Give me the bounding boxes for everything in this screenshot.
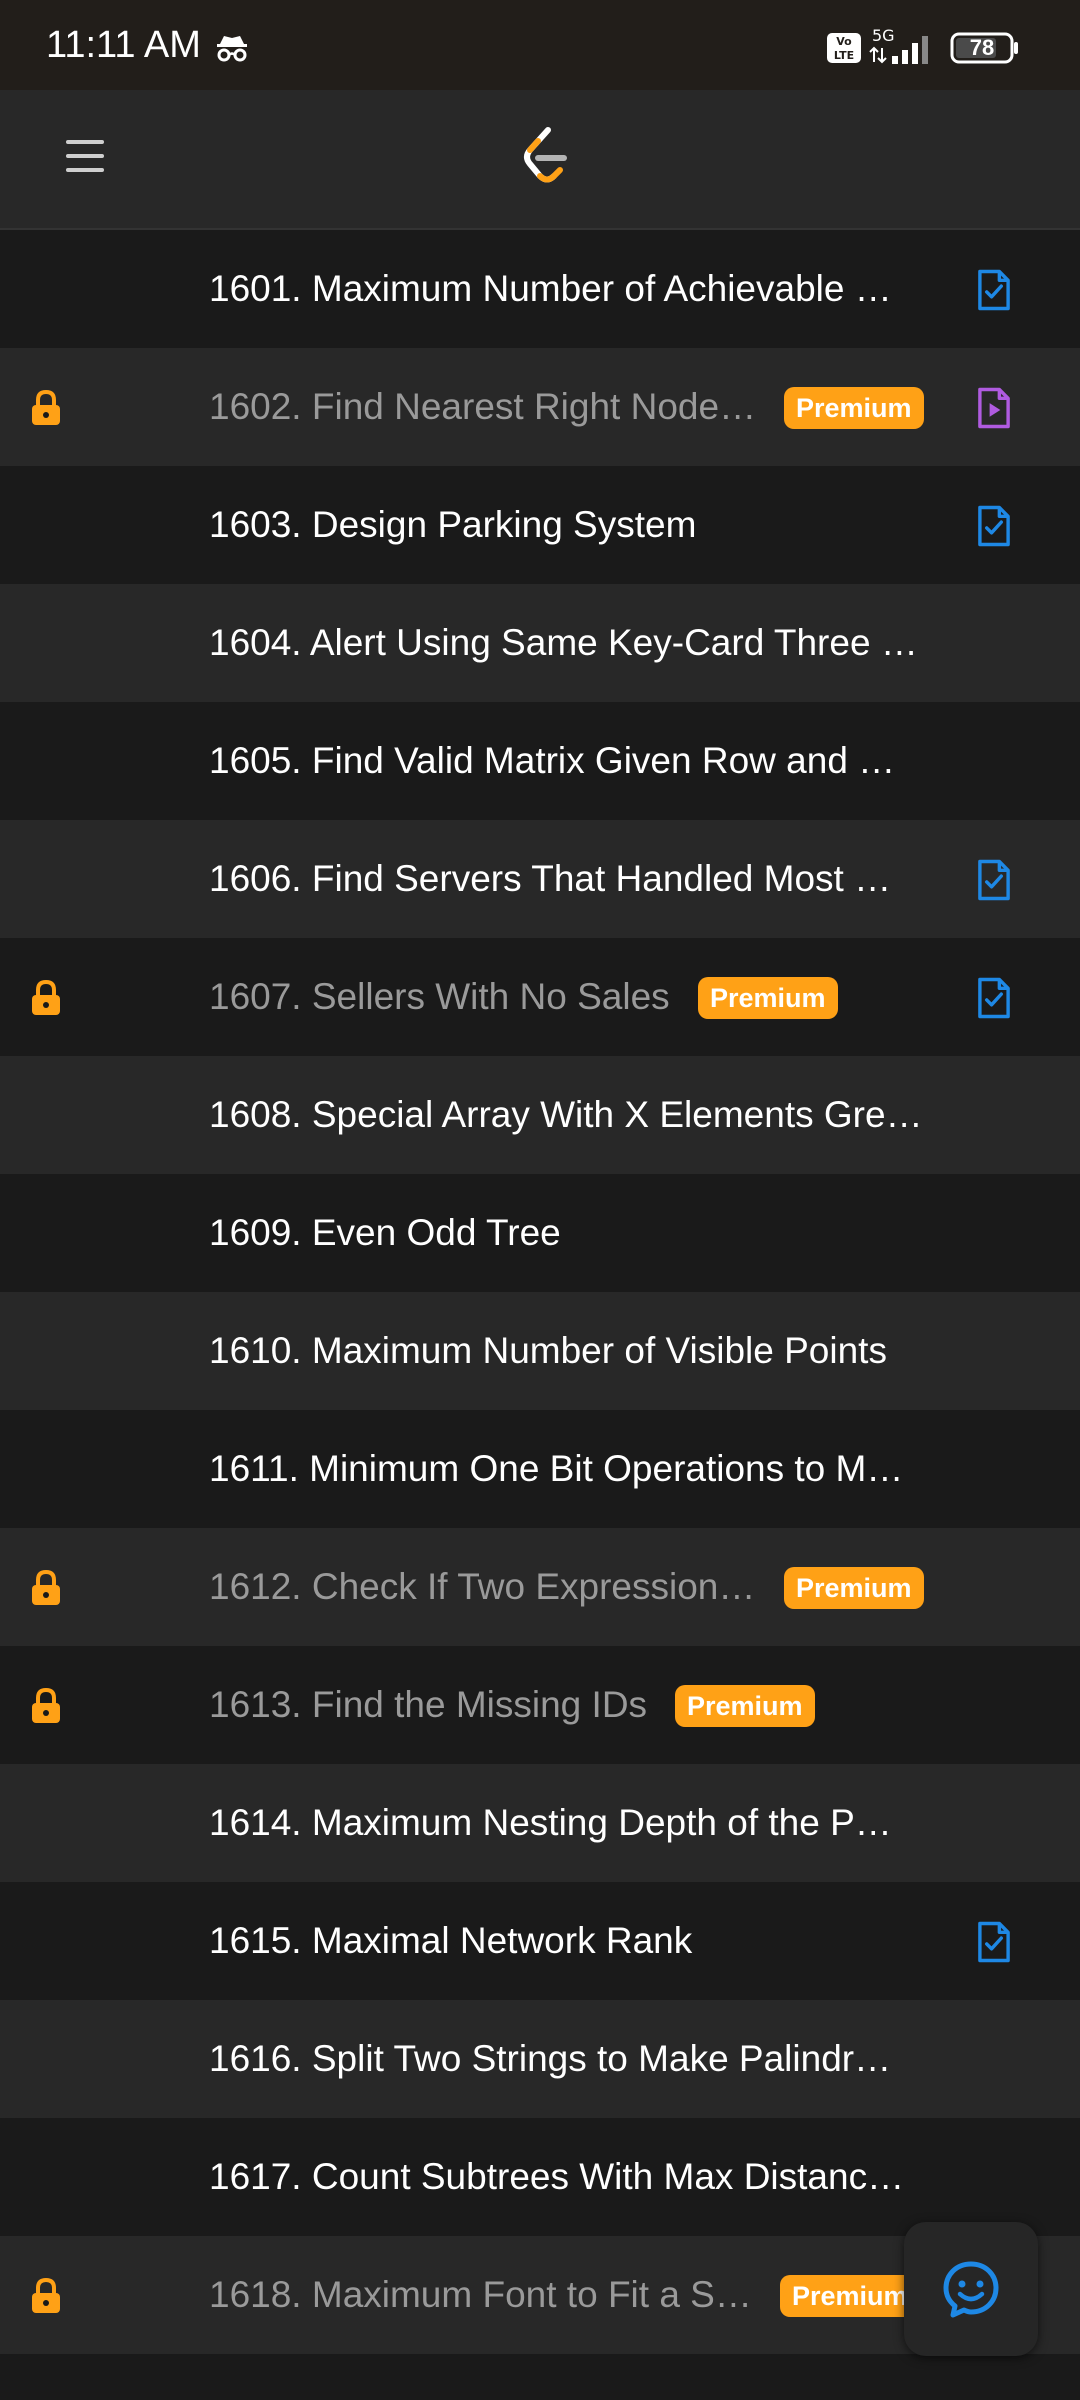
problem-title: 1612. Check If Two Expression… [209, 1566, 756, 1607]
premium-badge: Premium [675, 1685, 815, 1727]
list-item[interactable]: 1617. Count Subtrees With Max Distanc… [0, 2118, 1080, 2236]
problem-title: 1609. Even Odd Tree [209, 1212, 561, 1253]
svg-text:Vo: Vo [836, 35, 852, 48]
problem-title: 1604. Alert Using Same Key-Card Three … [209, 622, 918, 663]
premium-badge: Premium [784, 1567, 924, 1609]
problem-title: 1611. Minimum One Bit Operations to M… [209, 1448, 904, 1489]
solution-article-icon [978, 269, 1010, 311]
list-item[interactable]: 1612. Check If Two Expression… Premium [0, 1528, 1080, 1646]
network-label: 5G [872, 26, 895, 45]
list-item[interactable]: 1602. Find Nearest Right Node… Premium [0, 348, 1080, 466]
status-bar: 11:11 AM Vo LTE 5G 78 [0, 0, 1080, 90]
list-item[interactable]: 1601. Maximum Number of Achievable … [0, 230, 1080, 348]
list-item[interactable]: 1608. Special Array With X Elements Gre… [0, 1056, 1080, 1174]
incognito-icon [217, 36, 247, 62]
leetcode-logo-icon[interactable] [518, 126, 572, 188]
chat-smile-icon [943, 2261, 999, 2318]
list-item[interactable]: 1605. Find Valid Matrix Given Row and … [0, 702, 1080, 820]
battery-level: 78 [969, 35, 995, 60]
list-item[interactable]: 1606. Find Servers That Handled Most … [0, 820, 1080, 938]
list-item[interactable]: 1609. Even Odd Tree [0, 1174, 1080, 1292]
list-item[interactable]: 1614. Maximum Nesting Depth of the P… [0, 1764, 1080, 1882]
lock-icon [32, 1687, 60, 1723]
solution-article-icon [978, 1921, 1010, 1963]
signal-icon: 5G [869, 26, 928, 64]
list-item[interactable]: 1615. Maximal Network Rank [0, 1882, 1080, 2000]
feedback-chat-button[interactable] [904, 2222, 1038, 2356]
list-item[interactable]: 1616. Split Two Strings to Make Palindr… [0, 2000, 1080, 2118]
lock-icon [32, 389, 60, 425]
solution-article-icon [978, 859, 1010, 901]
volte-icon: Vo LTE [827, 33, 861, 63]
problem-list: 1601. Maximum Number of Achievable … 1602… [0, 230, 1080, 2354]
problem-title: 1601. Maximum Number of Achievable … [209, 268, 892, 309]
problem-title: 1610. Maximum Number of Visible Points [209, 1330, 887, 1371]
status-time: 11:11 AM [46, 24, 201, 66]
problem-title: 1607. Sellers With No Sales [209, 976, 670, 1017]
list-item[interactable]: 1613. Find the Missing IDs Premium [0, 1646, 1080, 1764]
problem-title: 1618. Maximum Font to Fit a S… [209, 2274, 752, 2315]
problem-title: 1603. Design Parking System [209, 504, 697, 545]
problem-title: 1614. Maximum Nesting Depth of the P… [209, 1802, 892, 1843]
premium-badge: Premium [780, 2275, 920, 2317]
list-item[interactable]: 1611. Minimum One Bit Operations to M… [0, 1410, 1080, 1528]
lock-icon [32, 1569, 60, 1605]
list-item[interactable]: 1607. Sellers With No Sales Premium [0, 938, 1080, 1056]
lock-icon [32, 2277, 60, 2313]
menu-icon[interactable] [64, 136, 106, 176]
list-item[interactable]: 1610. Maximum Number of Visible Points [0, 1292, 1080, 1410]
problem-title: 1613. Find the Missing IDs [209, 1684, 648, 1725]
video-solution-icon [978, 387, 1010, 429]
list-item[interactable]: 1604. Alert Using Same Key-Card Three … [0, 584, 1080, 702]
problem-title: 1608. Special Array With X Elements Gre… [209, 1094, 923, 1135]
premium-badge: Premium [784, 387, 924, 429]
solution-article-icon [978, 505, 1010, 547]
lock-icon [32, 979, 60, 1015]
problem-title: 1606. Find Servers That Handled Most … [209, 858, 892, 899]
problem-title: 1602. Find Nearest Right Node… [209, 386, 757, 427]
list-item[interactable]: 1603. Design Parking System [0, 466, 1080, 584]
solution-article-icon [978, 977, 1010, 1019]
premium-badge: Premium [698, 977, 838, 1019]
svg-text:LTE: LTE [834, 49, 854, 62]
problem-title: 1617. Count Subtrees With Max Distanc… [209, 2156, 905, 2197]
problem-title: 1605. Find Valid Matrix Given Row and … [209, 740, 896, 781]
problem-title: 1615. Maximal Network Rank [209, 1920, 693, 1961]
problem-title: 1616. Split Two Strings to Make Palindr… [209, 2038, 892, 2079]
